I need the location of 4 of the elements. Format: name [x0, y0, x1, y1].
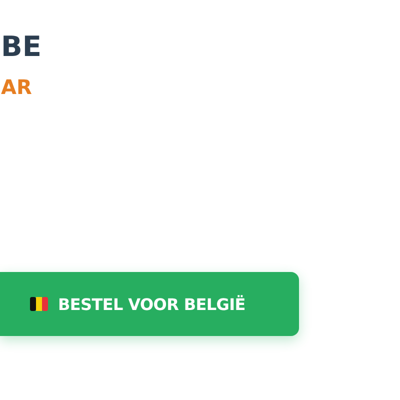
heading: BE [0, 30, 42, 64]
subheading: AR [0, 74, 32, 100]
order-button[interactable]: BESTEL VOOR BELGIË [0, 272, 299, 336]
flag-icon [30, 297, 48, 311]
